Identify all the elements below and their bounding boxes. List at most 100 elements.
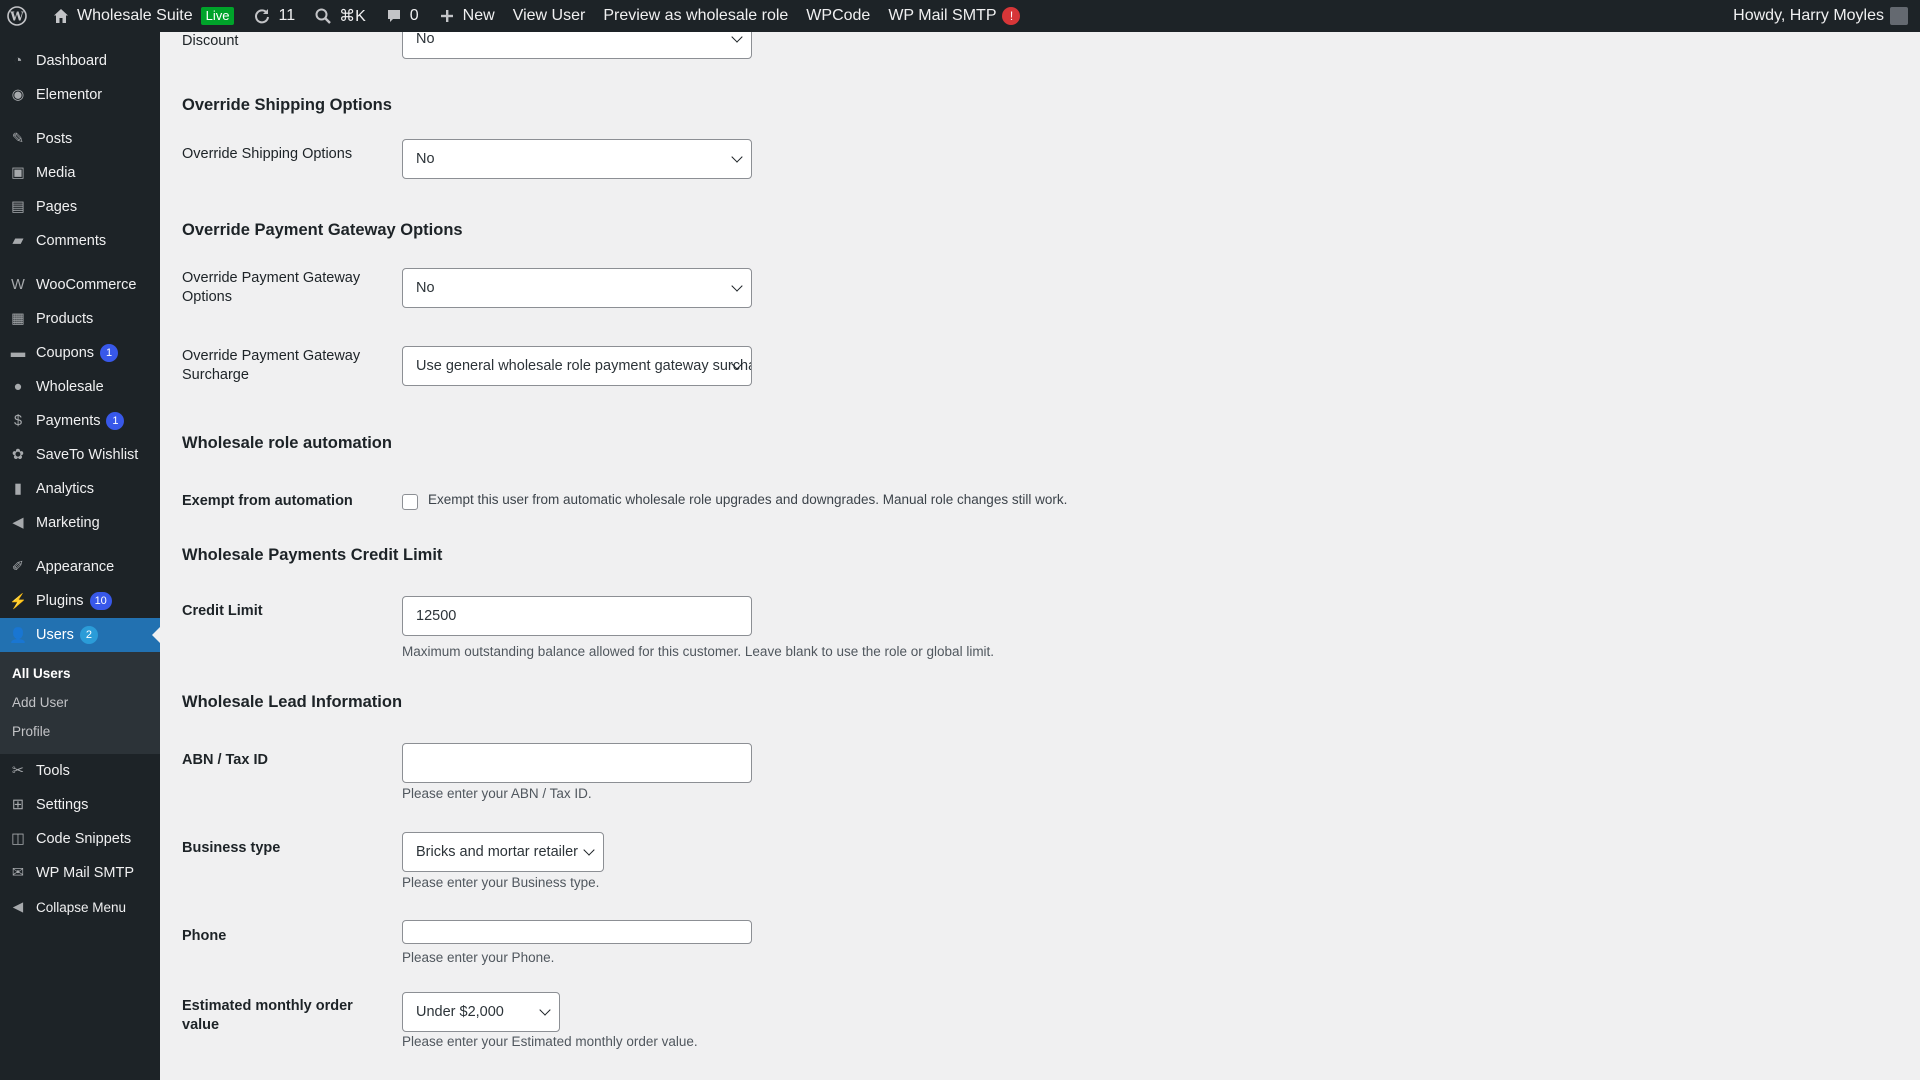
sidebar-item-label: Analytics xyxy=(36,481,95,497)
section-title-payment: Override Payment Gateway Options xyxy=(182,221,463,239)
shipping-label: Override Shipping Options xyxy=(182,146,353,162)
order-value-label: Estimated monthly order value xyxy=(182,998,353,1033)
sidebar-item-label: Coupons xyxy=(36,345,95,361)
sidebar-item-dashboard[interactable]: ◔ Dashboard xyxy=(0,44,160,78)
sidebar-item-label: Products xyxy=(36,311,94,327)
site-name-menu[interactable]: Wholesale Suite Live xyxy=(42,0,243,32)
collapse-icon: ◀ xyxy=(12,899,24,914)
sidebar-item-payments[interactable]: $ Payments 1 xyxy=(0,404,160,438)
override-payment-select[interactable]: No xyxy=(402,268,752,308)
sidebar-item-code-snippets[interactable]: ◫ Code Snippets xyxy=(0,822,160,856)
view-user-link[interactable]: View User xyxy=(504,0,595,32)
pin-icon: ✎ xyxy=(11,131,25,147)
sidebar-item-label: SaveTo Wishlist xyxy=(36,447,139,463)
sidebar-item-label: Dashboard xyxy=(36,53,107,69)
surcharge-select[interactable]: Use general wholesale role payment gatew… xyxy=(402,346,752,386)
preview-wholesale-role-link[interactable]: Preview as wholesale role xyxy=(594,0,797,32)
sidebar-item-label: Comments xyxy=(36,233,107,249)
abn-input[interactable] xyxy=(402,743,752,783)
sidebar-item-label: Wholesale xyxy=(36,379,104,395)
sidebar-item-wholesale[interactable]: ● Wholesale xyxy=(0,370,160,404)
marketing-icon: ◀ xyxy=(12,515,24,531)
sidebar-item-label: WP Mail SMTP xyxy=(36,865,135,881)
sidebar-item-products[interactable]: ▦ Products xyxy=(0,302,160,336)
site-name: Wholesale Suite xyxy=(77,7,193,24)
comments-count: 0 xyxy=(409,7,419,24)
sidebar-item-collapse-menu[interactable]: ◀ Collapse Menu xyxy=(0,890,160,924)
sidebar-item-analytics[interactable]: ▮ Analytics xyxy=(0,472,160,506)
chevron-down-icon xyxy=(731,151,743,163)
credit-limit-input[interactable]: 12500 xyxy=(402,596,752,636)
wp-mail-smtp-menu[interactable]: WP Mail SMTP ! xyxy=(879,0,1029,32)
comments-menu[interactable]: 0 xyxy=(375,0,428,32)
sidebar-item-media[interactable]: ▣ Media xyxy=(0,156,160,190)
sidebar-item-saveto-wishlist[interactable]: ✿ SaveTo Wishlist xyxy=(0,438,160,472)
sidebar-item-label: Collapse Menu xyxy=(36,899,127,915)
main-content: Discount No Override Shipping Options Ov… xyxy=(160,32,1920,1080)
override-shipping-select[interactable]: No xyxy=(402,139,752,179)
phone-label: Phone xyxy=(182,928,227,944)
discount-select[interactable]: No xyxy=(402,32,752,59)
sidebar-item-label: Plugins xyxy=(36,593,84,609)
avatar xyxy=(1890,7,1908,25)
menu-separator xyxy=(0,112,160,122)
sidebar-item-elementor[interactable]: ◉ Elementor xyxy=(0,78,160,112)
sidebar-item-plugins[interactable]: ⚡ Plugins 10 xyxy=(0,584,160,618)
sidebar-item-label: Payments xyxy=(36,413,101,429)
sidebar-item-settings[interactable]: ⊞ Settings xyxy=(0,788,160,822)
surcharge-value: Use general wholesale role payment gatew… xyxy=(416,358,752,374)
sidebar-item-label: Posts xyxy=(36,131,73,147)
live-badge: Live xyxy=(200,7,235,25)
exempt-automation-checkbox[interactable] xyxy=(402,494,418,510)
sidebar-item-pages[interactable]: ▤ Pages xyxy=(0,190,160,224)
coupons-icon: ▬ xyxy=(10,345,26,361)
exempt-automation-text[interactable]: Exempt this user from automatic wholesal… xyxy=(428,492,1067,507)
pages-icon: ▤ xyxy=(11,199,25,215)
settings-icon: ⊞ xyxy=(11,797,25,813)
submenu-item-profile[interactable]: Profile xyxy=(0,717,160,746)
order-value-value: Under $2,000 xyxy=(416,1004,504,1020)
chevron-down-icon xyxy=(731,280,743,292)
abn-label: ABN / Tax ID xyxy=(182,752,268,768)
submenu-item-all-users[interactable]: All Users xyxy=(0,659,160,688)
sidebar-item-comments[interactable]: ▰ Comments xyxy=(0,224,160,258)
sidebar-item-marketing[interactable]: ◀ Marketing xyxy=(0,506,160,540)
analytics-icon: ▮ xyxy=(14,481,22,497)
my-account-menu[interactable]: Howdy, Harry Moyles xyxy=(1724,0,1920,32)
sidebar-item-users[interactable]: 👤 Users 2 xyxy=(0,618,160,652)
menu-separator xyxy=(0,540,160,550)
sidebar-item-woocommerce[interactable]: W WooCommerce xyxy=(0,268,160,302)
sidebar-item-tools[interactable]: ✂ Tools xyxy=(0,754,160,788)
sidebar-item-coupons[interactable]: ▬ Coupons 1 xyxy=(0,336,160,370)
payments-icon: $ xyxy=(13,413,23,429)
order-value-description: Please enter your Estimated monthly orde… xyxy=(402,1034,698,1049)
chevron-down-icon xyxy=(731,32,743,43)
business-type-value: Bricks and mortar retailer xyxy=(416,844,578,860)
updates-menu[interactable]: 11 xyxy=(243,0,304,32)
sidebar-item-wp-mail-smtp[interactable]: ✉ WP Mail SMTP xyxy=(0,856,160,890)
submenu-item-add-user[interactable]: Add User xyxy=(0,688,160,717)
count-badge: 2 xyxy=(79,626,98,644)
chevron-down-icon xyxy=(583,844,595,856)
sidebar-item-appearance[interactable]: ✐ Appearance xyxy=(0,550,160,584)
search-icon xyxy=(313,6,333,26)
sidebar-item-posts[interactable]: ✎ Posts xyxy=(0,122,160,156)
plugins-icon: ⚡ xyxy=(8,593,28,610)
wordpress-logo-menu[interactable]: W xyxy=(0,0,42,32)
wpcode-menu[interactable]: WPCode xyxy=(797,0,879,32)
section-title-credit: Wholesale Payments Credit Limit xyxy=(182,546,443,564)
sidebar-item-label: Appearance xyxy=(36,559,115,575)
admin-bar: W Wholesale Suite Live 11 ⌘K 0 New View … xyxy=(0,0,1920,32)
sidebar-item-label: Pages xyxy=(36,199,78,215)
phone-input[interactable] xyxy=(402,920,752,944)
updates-count: 11 xyxy=(278,7,296,24)
admin-sidebar: ◔ Dashboard ◉ Elementor ✎ Posts ▣ Media ▤ Pages ▰ C… xyxy=(0,32,160,1080)
new-content-menu[interactable]: New xyxy=(428,0,504,32)
sidebar-item-label: WooCommerce xyxy=(36,277,137,293)
order-value-select[interactable]: Under $2,000 xyxy=(402,992,560,1032)
search-menu[interactable]: ⌘K xyxy=(304,0,375,32)
products-icon: ▦ xyxy=(11,311,25,327)
smtp-alert-badge: ! xyxy=(1002,7,1021,25)
business-type-select[interactable]: Bricks and mortar retailer xyxy=(402,832,604,872)
users-icon: 👤 xyxy=(8,627,28,644)
